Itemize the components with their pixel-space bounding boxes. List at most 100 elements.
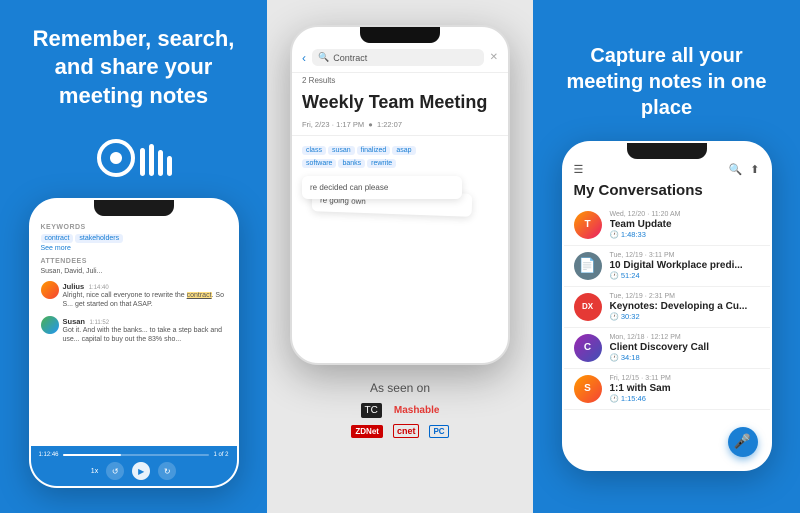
- phone-right: ☰ 🔍 ⬆ My Conversations T Wed, 12/20 · 11…: [562, 141, 772, 471]
- phone-center: ‹ 🔍 Contract ✕ 2 Results Weekly Team Mee…: [290, 25, 510, 365]
- search-text: Contract: [333, 53, 367, 63]
- right-tagline: Capture all your meeting notes in one pl…: [553, 43, 780, 121]
- clear-icon[interactable]: ✕: [490, 52, 498, 63]
- media-logos-row2: ZDNet cnet PC: [351, 424, 448, 438]
- zdnet-logo: ZDNet: [351, 425, 383, 438]
- conversation-item-0[interactable]: T Wed, 12/20 · 11:20 AM Team Update 🕐 1:…: [564, 205, 770, 246]
- conv-name-4: 1:1 with Sam: [610, 383, 760, 394]
- keywords-label: KEYWORDS: [41, 224, 227, 231]
- center-header: ‹ 🔍 Contract ✕: [292, 43, 508, 73]
- julius-bubble: Julius 1:14:40 Alright, nice call everyo…: [41, 281, 227, 309]
- conv-avatar-0: T: [574, 211, 602, 239]
- page-indicator: 1 of 2: [213, 452, 228, 458]
- chip-finalized: finalized: [357, 146, 391, 155]
- conversation-item-1[interactable]: 📄 Tue, 12/19 · 3:11 PM 10 Digital Workpl…: [564, 246, 770, 287]
- conv-content-4: Fri, 12/15 · 3:11 PM 1:1 with Sam 🕐 1:15…: [610, 375, 760, 403]
- conv-duration-3: 🕐 34:18: [610, 353, 760, 362]
- attendees-label: ATTENDEES: [41, 258, 227, 265]
- search-box[interactable]: 🔍 Contract: [312, 49, 484, 66]
- conv-date-2: Tue, 12/19 · 2:31 PM: [610, 293, 760, 300]
- meeting-duration: 1:22:07: [377, 120, 402, 129]
- susan-content: Susan 1:11:52 Got it. And with the banks…: [63, 316, 227, 344]
- meeting-title: Weekly Team Meeting: [292, 88, 508, 118]
- play-button[interactable]: ▶: [132, 462, 150, 480]
- conv-content-0: Wed, 12/20 · 11:20 AM Team Update 🕐 1:48…: [610, 211, 760, 239]
- chip-contract: contract: [41, 234, 74, 243]
- as-seen-label: As seen on: [351, 381, 448, 395]
- susan-name: Susan: [63, 317, 86, 326]
- conv-duration-0: 🕐 1:48:33: [610, 230, 760, 239]
- conv-date-1: Tue, 12/19 · 3:11 PM: [610, 252, 760, 259]
- tc-logo: TC: [361, 403, 382, 418]
- phone-notch-right: [627, 143, 707, 159]
- conv-content-1: Tue, 12/19 · 3:11 PM 10 Digital Workplac…: [610, 252, 760, 280]
- mic-icon: 🎤: [734, 433, 751, 450]
- keyword-section: KEYWORDS contract stakeholders See more: [41, 224, 227, 252]
- center-panel: ‹ 🔍 Contract ✕ 2 Results Weekly Team Mee…: [267, 0, 533, 513]
- chip-rewrite: rewrite: [367, 159, 396, 168]
- julius-content: Julius 1:14:40 Alright, nice call everyo…: [63, 281, 227, 309]
- left-screen: KEYWORDS contract stakeholders See more …: [31, 216, 237, 357]
- julius-avatar: [41, 281, 59, 299]
- chip-banks: banks: [338, 159, 365, 168]
- hamburger-icon[interactable]: ☰: [574, 163, 584, 176]
- paper-cards: re going own re decided can please: [302, 176, 498, 286]
- susan-time: 1:11:52: [90, 320, 110, 326]
- clock-icon-0: 🕐: [610, 230, 619, 239]
- conv-name-2: Keynotes: Developing a Cu...: [610, 301, 760, 312]
- phone-notch-center: [360, 27, 440, 43]
- center-phone-wrap: ‹ 🔍 Contract ✕ 2 Results Weekly Team Mee…: [290, 10, 510, 503]
- clock-icon-3: 🕐: [610, 353, 619, 362]
- keyword-chips: contract stakeholders: [41, 234, 227, 243]
- conv-date-0: Wed, 12/20 · 11:20 AM: [610, 211, 760, 218]
- chip-stakeholders: stakeholders: [75, 234, 123, 243]
- speed-label: 1x: [91, 468, 98, 475]
- results-count: 2 Results: [292, 73, 508, 88]
- playback-bar: 1:12:46 1 of 2 1x ↺ ▶ ↻: [31, 446, 237, 486]
- conv-content-2: Tue, 12/19 · 2:31 PM Keynotes: Developin…: [610, 293, 760, 321]
- conv-date-4: Fri, 12/15 · 3:11 PM: [610, 375, 760, 382]
- as-seen-section: As seen on TC Mashable ZDNet cnet PC: [351, 381, 448, 438]
- conv-duration-2: 🕐 30:32: [610, 312, 760, 321]
- clock-icon-1: 🕐: [610, 271, 619, 280]
- conversation-item-2[interactable]: DX Tue, 12/19 · 2:31 PM Keynotes: Develo…: [564, 287, 770, 328]
- conv-duration-1: 🕐 51:24: [610, 271, 760, 280]
- progress-fill: [63, 454, 122, 456]
- rewind-button[interactable]: ↺: [106, 462, 124, 480]
- forward-button[interactable]: ↻: [158, 462, 176, 480]
- header-icons: 🔍 ⬆: [729, 163, 760, 176]
- see-more[interactable]: See more: [41, 245, 227, 252]
- conv-name-0: Team Update: [610, 219, 760, 230]
- conversation-item-3[interactable]: C Mon, 12/18 · 12:12 PM Client Discovery…: [564, 328, 770, 369]
- cnet-logo: cnet: [393, 424, 420, 438]
- conv-avatar-3: C: [574, 334, 602, 362]
- otter-logo: [96, 138, 172, 178]
- phone-notch-left: [94, 200, 174, 216]
- conv-name-1: 10 Digital Workplace predi...: [610, 260, 760, 271]
- right-panel: Capture all your meeting notes in one pl…: [533, 0, 800, 513]
- susan-text: Got it. And with the banks... to take a …: [63, 326, 227, 344]
- upload-header-icon[interactable]: ⬆: [750, 163, 759, 176]
- keyword-row-2: software banks rewrite: [302, 159, 498, 168]
- conversation-item-4[interactable]: S Fri, 12/15 · 3:11 PM 1:1 with Sam 🕐 1:…: [564, 369, 770, 410]
- mic-fab-button[interactable]: 🎤: [728, 427, 758, 457]
- keyword-row: class susan finalized asap: [302, 146, 498, 155]
- controls-row: 1x ↺ ▶ ↻: [39, 462, 229, 480]
- right-header: ☰ 🔍 ⬆: [564, 159, 770, 180]
- conv-duration-4: 🕐 1:15:46: [610, 394, 760, 403]
- chip-software: software: [302, 159, 336, 168]
- conv-avatar-4: S: [574, 375, 602, 403]
- attendee-names: Susan, David, Juli...: [41, 268, 227, 275]
- conversations-title: My Conversations: [564, 180, 770, 205]
- progress-track[interactable]: [63, 454, 210, 456]
- meeting-meta: Fri, 2/23 · 1:17 PM ● 1:22:07: [292, 118, 508, 136]
- left-panel: Remember, search, and share your meeting…: [0, 0, 267, 513]
- susan-bubble: Susan 1:11:52 Got it. And with the banks…: [41, 316, 227, 344]
- mashable-logo: Mashable: [394, 405, 440, 416]
- search-header-icon[interactable]: 🔍: [729, 163, 743, 176]
- back-arrow-icon[interactable]: ‹: [302, 51, 306, 65]
- susan-avatar: [41, 316, 59, 334]
- conv-name-3: Client Discovery Call: [610, 342, 760, 353]
- conv-avatar-2: DX: [574, 293, 602, 321]
- logo-circle-svg: [96, 138, 136, 178]
